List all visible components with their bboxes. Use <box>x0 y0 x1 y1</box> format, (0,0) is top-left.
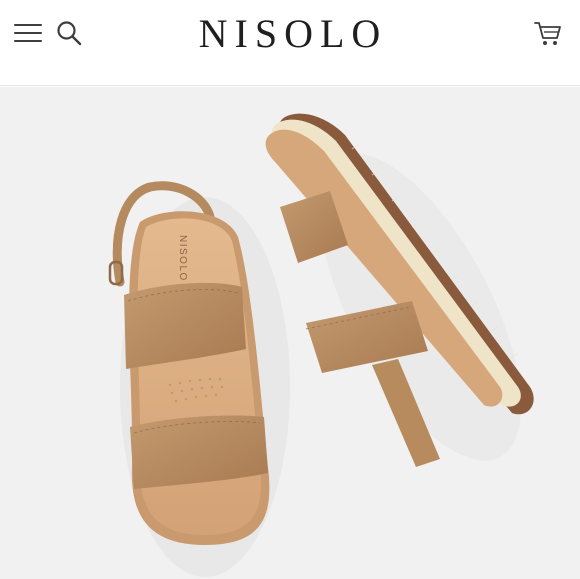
cart-icon-graphic <box>534 22 561 45</box>
shopping-cart-icon[interactable] <box>533 18 563 48</box>
sandal-pair-illustration: NISOLO <box>108 113 534 577</box>
site-header: NISOLO <box>0 0 580 86</box>
brand-logo[interactable]: NISOLO <box>0 12 580 56</box>
product-hero-image: NISOLO <box>0 87 580 579</box>
insole-brand-stamp: NISOLO <box>177 235 188 282</box>
